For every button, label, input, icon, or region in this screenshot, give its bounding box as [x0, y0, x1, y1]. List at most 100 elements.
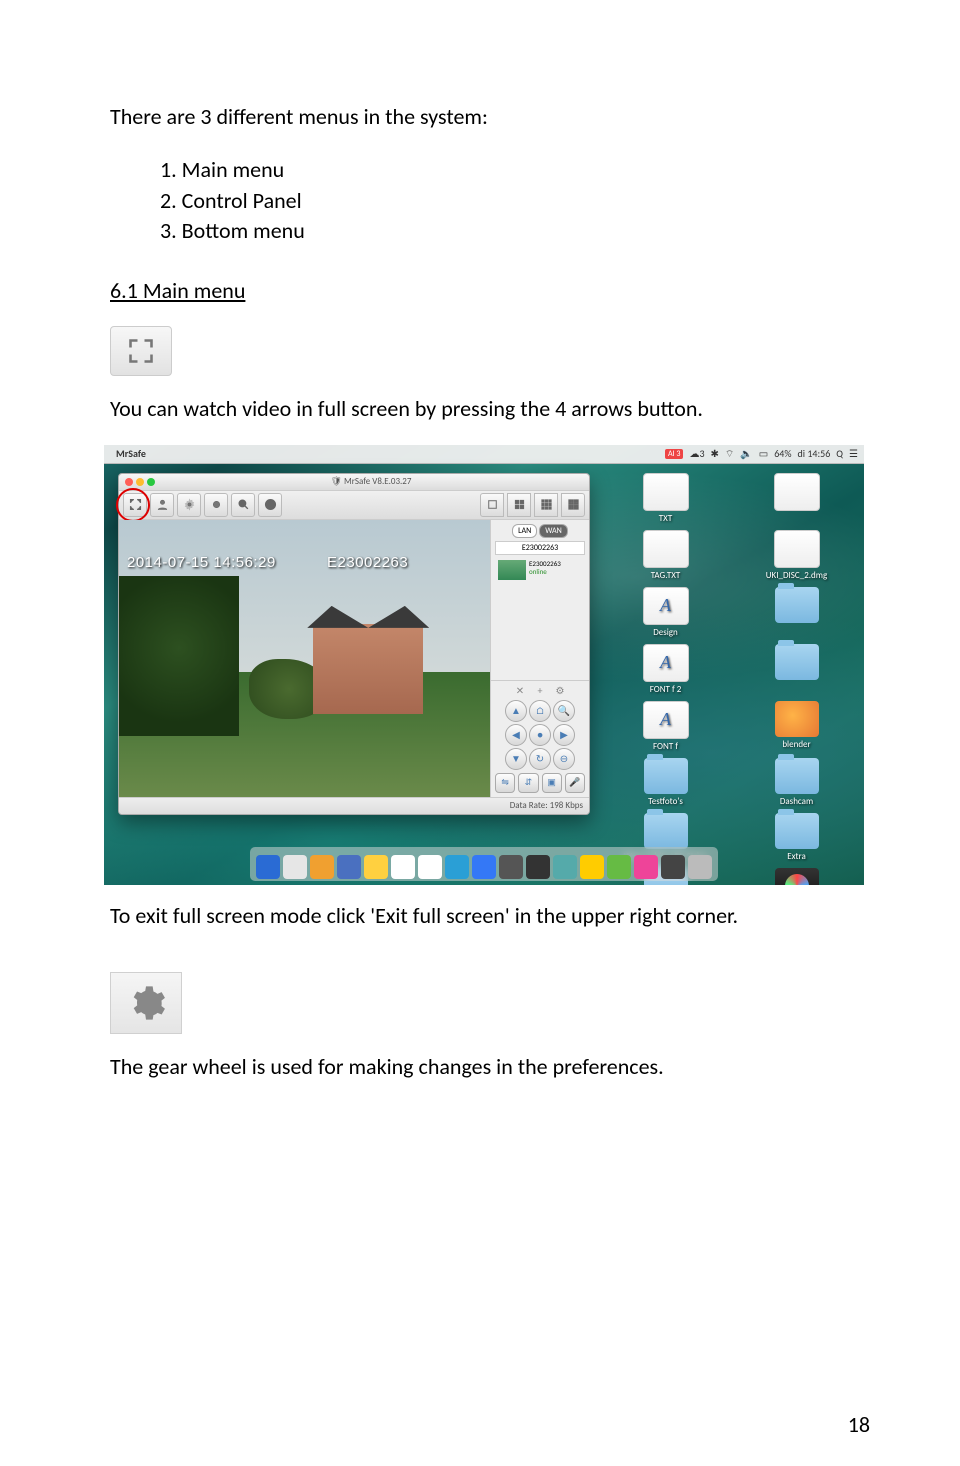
dock-app-icon[interactable]: [364, 855, 388, 879]
dock-app-icon[interactable]: [526, 855, 550, 879]
dock-app-icon[interactable]: [256, 855, 280, 879]
desktop-item-label: Testfoto's: [648, 796, 683, 807]
intro-text: There are 3 different menus in the syste…: [110, 102, 870, 133]
desktop-item-label: TXT: [659, 513, 672, 524]
layout-3x3-button[interactable]: [534, 493, 558, 517]
desktop-icons-grid: TXT TAG.TXT UKI_DISC_2.dmg ADesign A FONT f 2…: [606, 473, 856, 849]
zoom-icon[interactable]: [147, 478, 155, 486]
dock-app-icon[interactable]: [337, 855, 361, 879]
menubar-wifi-icon[interactable]: ⌔: [725, 447, 734, 461]
dock-app-icon[interactable]: [418, 855, 442, 879]
ptz-close-icon[interactable]: ✕: [514, 685, 526, 697]
ptz-add-icon[interactable]: +: [534, 685, 546, 697]
dock-app-icon[interactable]: [472, 855, 496, 879]
ptz-center-button[interactable]: ●: [529, 724, 551, 746]
close-icon[interactable]: [125, 478, 133, 486]
preferences-button[interactable]: [110, 972, 182, 1034]
mac-desktop-screenshot: MrSafe AI 3 ☁︎3 ✱ ⌔ 🔈 ▭ 64% di 14:56 Q ☰…: [104, 445, 864, 885]
toolbar-help-button[interactable]: [258, 493, 282, 517]
ptz-snapshot-button[interactable]: ▣: [542, 773, 562, 793]
desktop-item-label: TAG.TXT: [651, 570, 681, 581]
desktop-item[interactable]: Dashcam: [737, 758, 856, 807]
dock-app-icon[interactable]: [310, 855, 334, 879]
desktop-item-label: UKI_DISC_2.dmg: [766, 570, 827, 581]
video-device-id: E23002263: [327, 554, 408, 571]
dock-app-icon[interactable]: [283, 855, 307, 879]
tab-wan[interactable]: WAN: [539, 524, 568, 538]
toolbar-user-button[interactable]: [150, 493, 174, 517]
ptz-up-button[interactable]: ▲: [505, 700, 527, 722]
menubar-bluetooth-icon[interactable]: ✱: [711, 447, 719, 460]
menubar-clock[interactable]: di 14:56: [798, 447, 831, 460]
mac-menubar: MrSafe AI 3 ☁︎3 ✱ ⌔ 🔈 ▭ 64% di 14:56 Q ☰: [104, 445, 864, 464]
folder-icon: [775, 813, 819, 849]
page-number: 18: [848, 1411, 870, 1438]
ptz-right-button[interactable]: ▶: [553, 724, 575, 746]
menubar-cloud-icon[interactable]: ☁︎3: [689, 447, 704, 460]
folder-icon: [775, 587, 819, 623]
desktop-item[interactable]: TAG.TXT: [606, 530, 725, 581]
file-a-icon: A: [643, 644, 689, 682]
desktop-item[interactable]: AFONT f: [606, 701, 725, 752]
toolbar-search-button[interactable]: [231, 493, 255, 517]
menubar-sound-icon[interactable]: 🔈: [740, 447, 752, 460]
dock-app-icon[interactable]: [661, 855, 685, 879]
menubar-spotlight-icon[interactable]: Q: [836, 447, 843, 460]
ptz-zoom-out-button[interactable]: ⊖: [553, 748, 575, 770]
menubar-app-name[interactable]: MrSafe: [116, 447, 146, 460]
menubar-ai-badge[interactable]: AI 3: [665, 449, 684, 459]
desktop-item[interactable]: [737, 473, 856, 524]
desktop-item-label: Extra: [787, 851, 806, 862]
ptz-flip-h-button[interactable]: ⇋: [495, 773, 515, 793]
dock-app-icon[interactable]: [445, 855, 469, 879]
desktop-item[interactable]: UKI_DISC_2.dmg: [737, 530, 856, 581]
ptz-patrol-button[interactable]: ↻: [529, 748, 551, 770]
ptz-left-button[interactable]: ◀: [505, 724, 527, 746]
mac-dock: [250, 847, 718, 881]
list-item-3: 3. Bottom menu: [160, 216, 870, 247]
desktop-item[interactable]: Final Cut Pro: [737, 868, 856, 885]
layout-4x4-button[interactable]: [561, 493, 585, 517]
dock-app-icon[interactable]: [634, 855, 658, 879]
dock-app-icon[interactable]: [688, 855, 712, 879]
desktop-item[interactable]: Testfoto's: [606, 758, 725, 807]
layout-1x1-button[interactable]: [480, 493, 504, 517]
desktop-item[interactable]: [737, 587, 856, 638]
minimize-icon[interactable]: [136, 478, 144, 486]
device-id-field[interactable]: E23002263: [495, 541, 585, 555]
tab-lan[interactable]: LAN: [512, 524, 537, 538]
window-titlebar[interactable]: 🛡 MrSafe V8.E.03.27: [119, 474, 589, 491]
desktop-item[interactable]: blender: [737, 701, 856, 752]
desktop-item[interactable]: A FONT f 2: [606, 644, 725, 695]
toolbar-record-button[interactable]: [204, 493, 228, 517]
menubar-list-icon[interactable]: ☰: [849, 447, 858, 460]
dock-app-icon[interactable]: [391, 855, 415, 879]
dock-app-icon[interactable]: [553, 855, 577, 879]
folder-icon: [644, 813, 688, 849]
ptz-settings-icon[interactable]: ⚙: [554, 685, 566, 697]
folder-icon: [644, 758, 688, 794]
device-status: online: [529, 568, 561, 576]
desktop-item[interactable]: [737, 644, 856, 695]
blender-icon: [775, 701, 819, 737]
toolbar-fullscreen-button[interactable]: [123, 493, 147, 517]
ptz-zoom-in-button[interactable]: 🔍: [553, 700, 575, 722]
device-list-item[interactable]: E23002263 online: [495, 557, 585, 583]
ptz-down-button[interactable]: ▼: [505, 748, 527, 770]
desktop-item-label: FONT f 2: [650, 684, 682, 695]
ptz-mic-button[interactable]: 🎤: [565, 773, 585, 793]
gear-icon: [126, 983, 166, 1023]
ptz-flip-v-button[interactable]: ⇵: [518, 773, 538, 793]
dock-app-icon[interactable]: [607, 855, 631, 879]
video-pane[interactable]: 2014-07-15 14:56:29 E23002263: [119, 520, 490, 797]
menubar-battery-icon[interactable]: ▭: [759, 447, 768, 460]
desktop-item[interactable]: TXT: [606, 473, 725, 524]
layout-2x2-button[interactable]: [507, 493, 531, 517]
fullscreen-button[interactable]: [110, 326, 172, 376]
desktop-item[interactable]: Extra: [737, 813, 856, 862]
desktop-item[interactable]: ADesign: [606, 587, 725, 638]
ptz-home-button[interactable]: ⌂: [529, 700, 551, 722]
dock-app-icon[interactable]: [499, 855, 523, 879]
toolbar-settings-button[interactable]: [177, 493, 201, 517]
dock-app-icon[interactable]: [580, 855, 604, 879]
